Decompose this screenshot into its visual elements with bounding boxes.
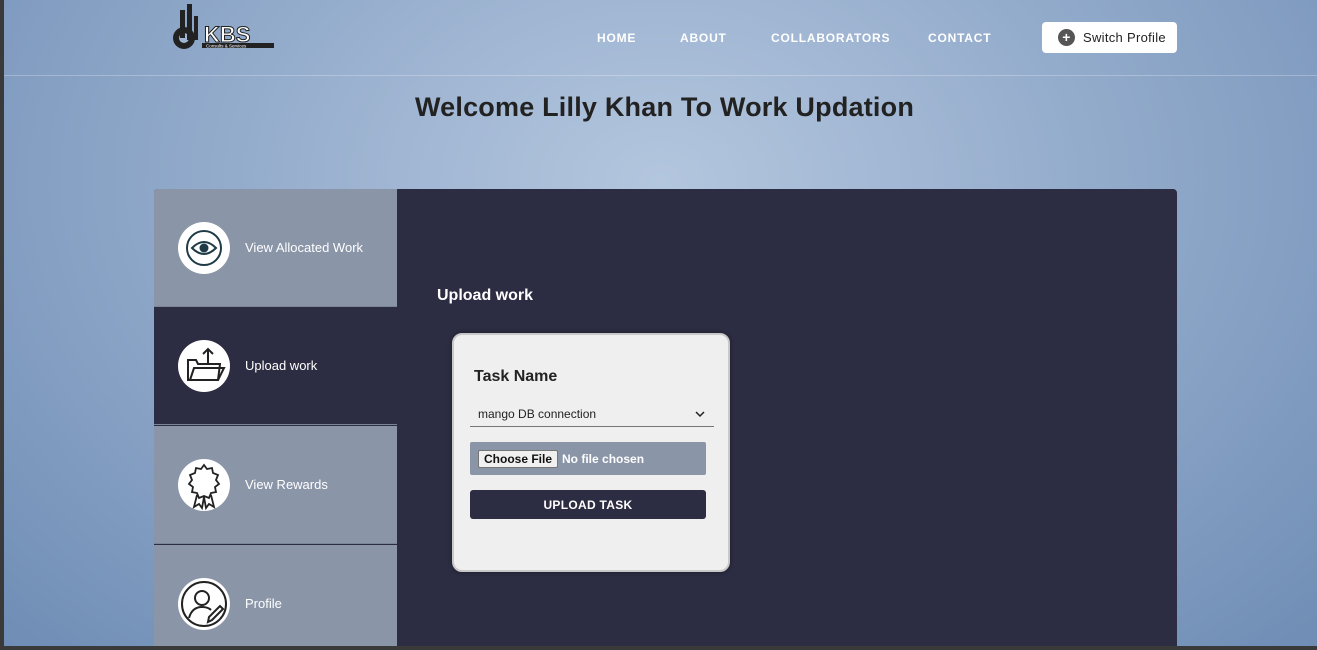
top-navbar: KBS Consults & Services HOME ABOUT COLLA… (4, 0, 1317, 76)
sidebar-item-view-allocated-work[interactable]: View Allocated Work (154, 189, 397, 307)
file-status-text: No file chosen (562, 451, 645, 466)
nav-about[interactable]: ABOUT (680, 31, 727, 45)
chevron-down-icon (694, 408, 706, 423)
switch-profile-label: Switch Profile (1083, 30, 1166, 45)
sidebar-item-profile[interactable]: Profile (154, 545, 397, 646)
sidebar: View Allocated Work Upload work View Rew… (154, 189, 397, 646)
page-title: Welcome Lilly Khan To Work Updation (414, 92, 915, 122)
file-input[interactable]: Choose File No file chosen (470, 442, 706, 475)
nav-home[interactable]: HOME (597, 31, 636, 45)
nav-contact[interactable]: CONTACT (928, 31, 991, 45)
choose-file-button[interactable]: Choose File (478, 449, 559, 468)
sidebar-item-label: View Allocated Work (245, 240, 364, 255)
task-name-label: Task Name (474, 368, 558, 385)
switch-profile-button[interactable]: + Switch Profile (1042, 22, 1177, 53)
page: KBS Consults & Services HOME ABOUT COLLA… (4, 0, 1317, 646)
sidebar-item-label: Upload work (245, 358, 318, 373)
folder-upload-icon (178, 339, 230, 392)
sidebar-item-view-rewards[interactable]: View Rewards (154, 426, 397, 544)
user-edit-icon (178, 577, 230, 630)
work-panel: View Allocated Work Upload work View Rew… (154, 189, 1177, 646)
eye-icon (178, 221, 230, 274)
upload-task-button[interactable]: UPLOAD TASK (470, 490, 706, 519)
sidebar-item-upload-work[interactable]: Upload work (154, 307, 397, 425)
kbs-logo[interactable]: KBS Consults & Services (164, 2, 276, 50)
task-name-selected-value: mango DB connection (478, 407, 597, 421)
nav-collaborators[interactable]: COLLABORATORS (771, 31, 890, 45)
task-name-select[interactable]: mango DB connection (470, 402, 714, 427)
sidebar-item-label: View Rewards (245, 477, 328, 492)
plus-circle-icon: + (1058, 29, 1075, 46)
sidebar-item-label: Profile (245, 596, 282, 611)
upload-form-card: Task Name mango DB connection Choose Fil… (452, 333, 730, 572)
section-title: Upload work (437, 287, 534, 304)
logo-tagline: Consults & Services (206, 44, 247, 49)
award-ribbon-icon (178, 458, 230, 511)
